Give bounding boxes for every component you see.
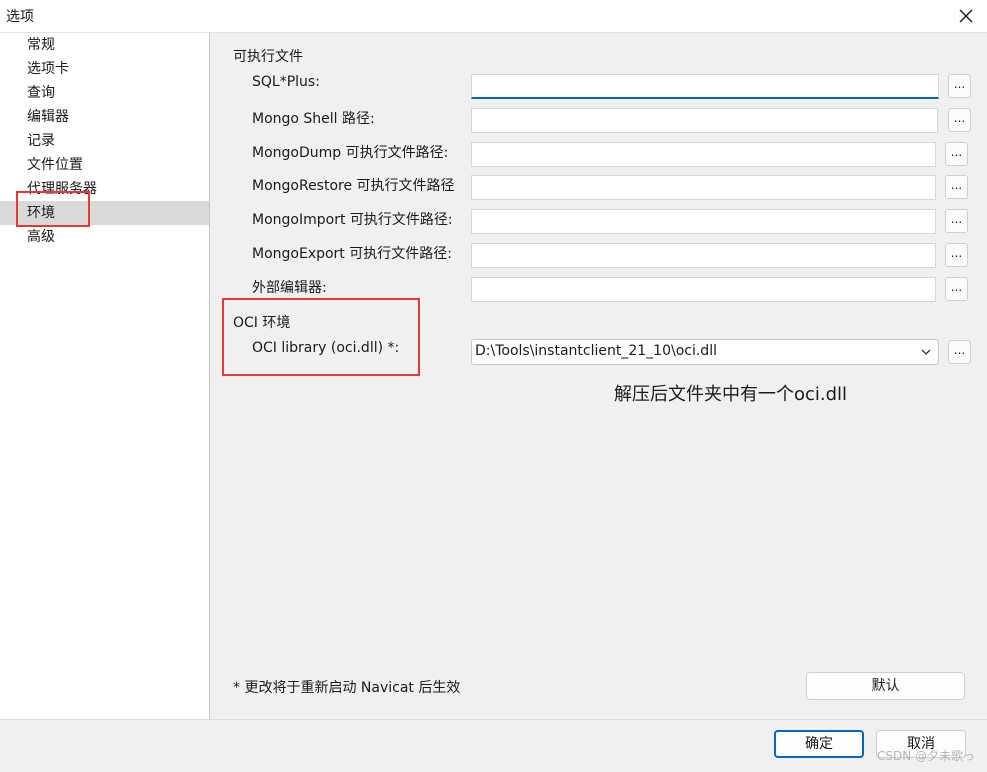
executables-section-title: 可执行文件	[233, 49, 303, 65]
sidebar-item-editor[interactable]: 编辑器	[0, 105, 209, 129]
oci-library-value: D:\Tools\instantclient_21_10\oci.dll	[475, 343, 717, 359]
title-bar: 选项	[0, 0, 987, 33]
mongodump-browse-button[interactable]: ...	[945, 142, 968, 166]
sidebar-item-query[interactable]: 查询	[0, 81, 209, 105]
mongo-shell-path-input[interactable]	[471, 108, 938, 133]
options-sidebar: 常规 选项卡 查询 编辑器 记录 文件位置 代理服务器 环境 高级	[0, 33, 210, 719]
mongoimport-path-input[interactable]	[471, 209, 936, 234]
sidebar-item-tabs[interactable]: 选项卡	[0, 57, 209, 81]
sqlplus-label: SQL*Plus:	[252, 74, 320, 90]
window-title: 选项	[6, 9, 34, 25]
mongodump-path-input[interactable]	[471, 142, 936, 167]
mongo-shell-label: Mongo Shell 路径:	[252, 111, 375, 127]
chevron-down-icon	[921, 349, 931, 355]
csdn-watermark: CSDN @夕未歌っ	[876, 749, 975, 763]
sqlplus-path-input[interactable]	[471, 74, 939, 99]
mongoimport-label: MongoImport 可执行文件路径:	[252, 212, 453, 228]
external-editor-label: 外部编辑器:	[252, 280, 327, 296]
oci-library-select[interactable]: D:\Tools\instantclient_21_10\oci.dll	[471, 339, 939, 365]
mongorestore-browse-button[interactable]: ...	[945, 175, 968, 199]
sidebar-item-general[interactable]: 常规	[0, 33, 209, 57]
external-editor-browse-button[interactable]: ...	[945, 277, 968, 301]
ok-button[interactable]: 确定	[774, 730, 864, 758]
mongoexport-path-input[interactable]	[471, 243, 936, 268]
sqlplus-browse-button[interactable]: ...	[948, 74, 971, 98]
restart-footnote: * 更改将于重新启动 Navicat 后生效	[233, 680, 461, 696]
sidebar-item-file-location[interactable]: 文件位置	[0, 153, 209, 177]
close-button[interactable]	[951, 2, 981, 30]
sidebar-item-records[interactable]: 记录	[0, 129, 209, 153]
mongorestore-label: MongoRestore 可执行文件路径	[252, 178, 455, 194]
annotation-note: 解压后文件夹中有一个oci.dll	[614, 384, 848, 405]
mongorestore-path-input[interactable]	[471, 175, 936, 200]
mongodump-label: MongoDump 可执行文件路径:	[252, 145, 449, 161]
close-icon	[959, 9, 973, 23]
mongoexport-browse-button[interactable]: ...	[945, 243, 968, 267]
oci-highlight-box	[222, 298, 420, 376]
oci-browse-button[interactable]: ...	[948, 340, 971, 364]
default-button[interactable]: 默认	[806, 672, 965, 700]
mongo-shell-browse-button[interactable]: ...	[948, 108, 971, 132]
mongoimport-browse-button[interactable]: ...	[945, 209, 968, 233]
sidebar-item-advanced[interactable]: 高级	[0, 225, 209, 249]
mongoexport-label: MongoExport 可执行文件路径:	[252, 246, 452, 262]
environment-highlight-box	[16, 191, 90, 227]
external-editor-path-input[interactable]	[471, 277, 936, 302]
